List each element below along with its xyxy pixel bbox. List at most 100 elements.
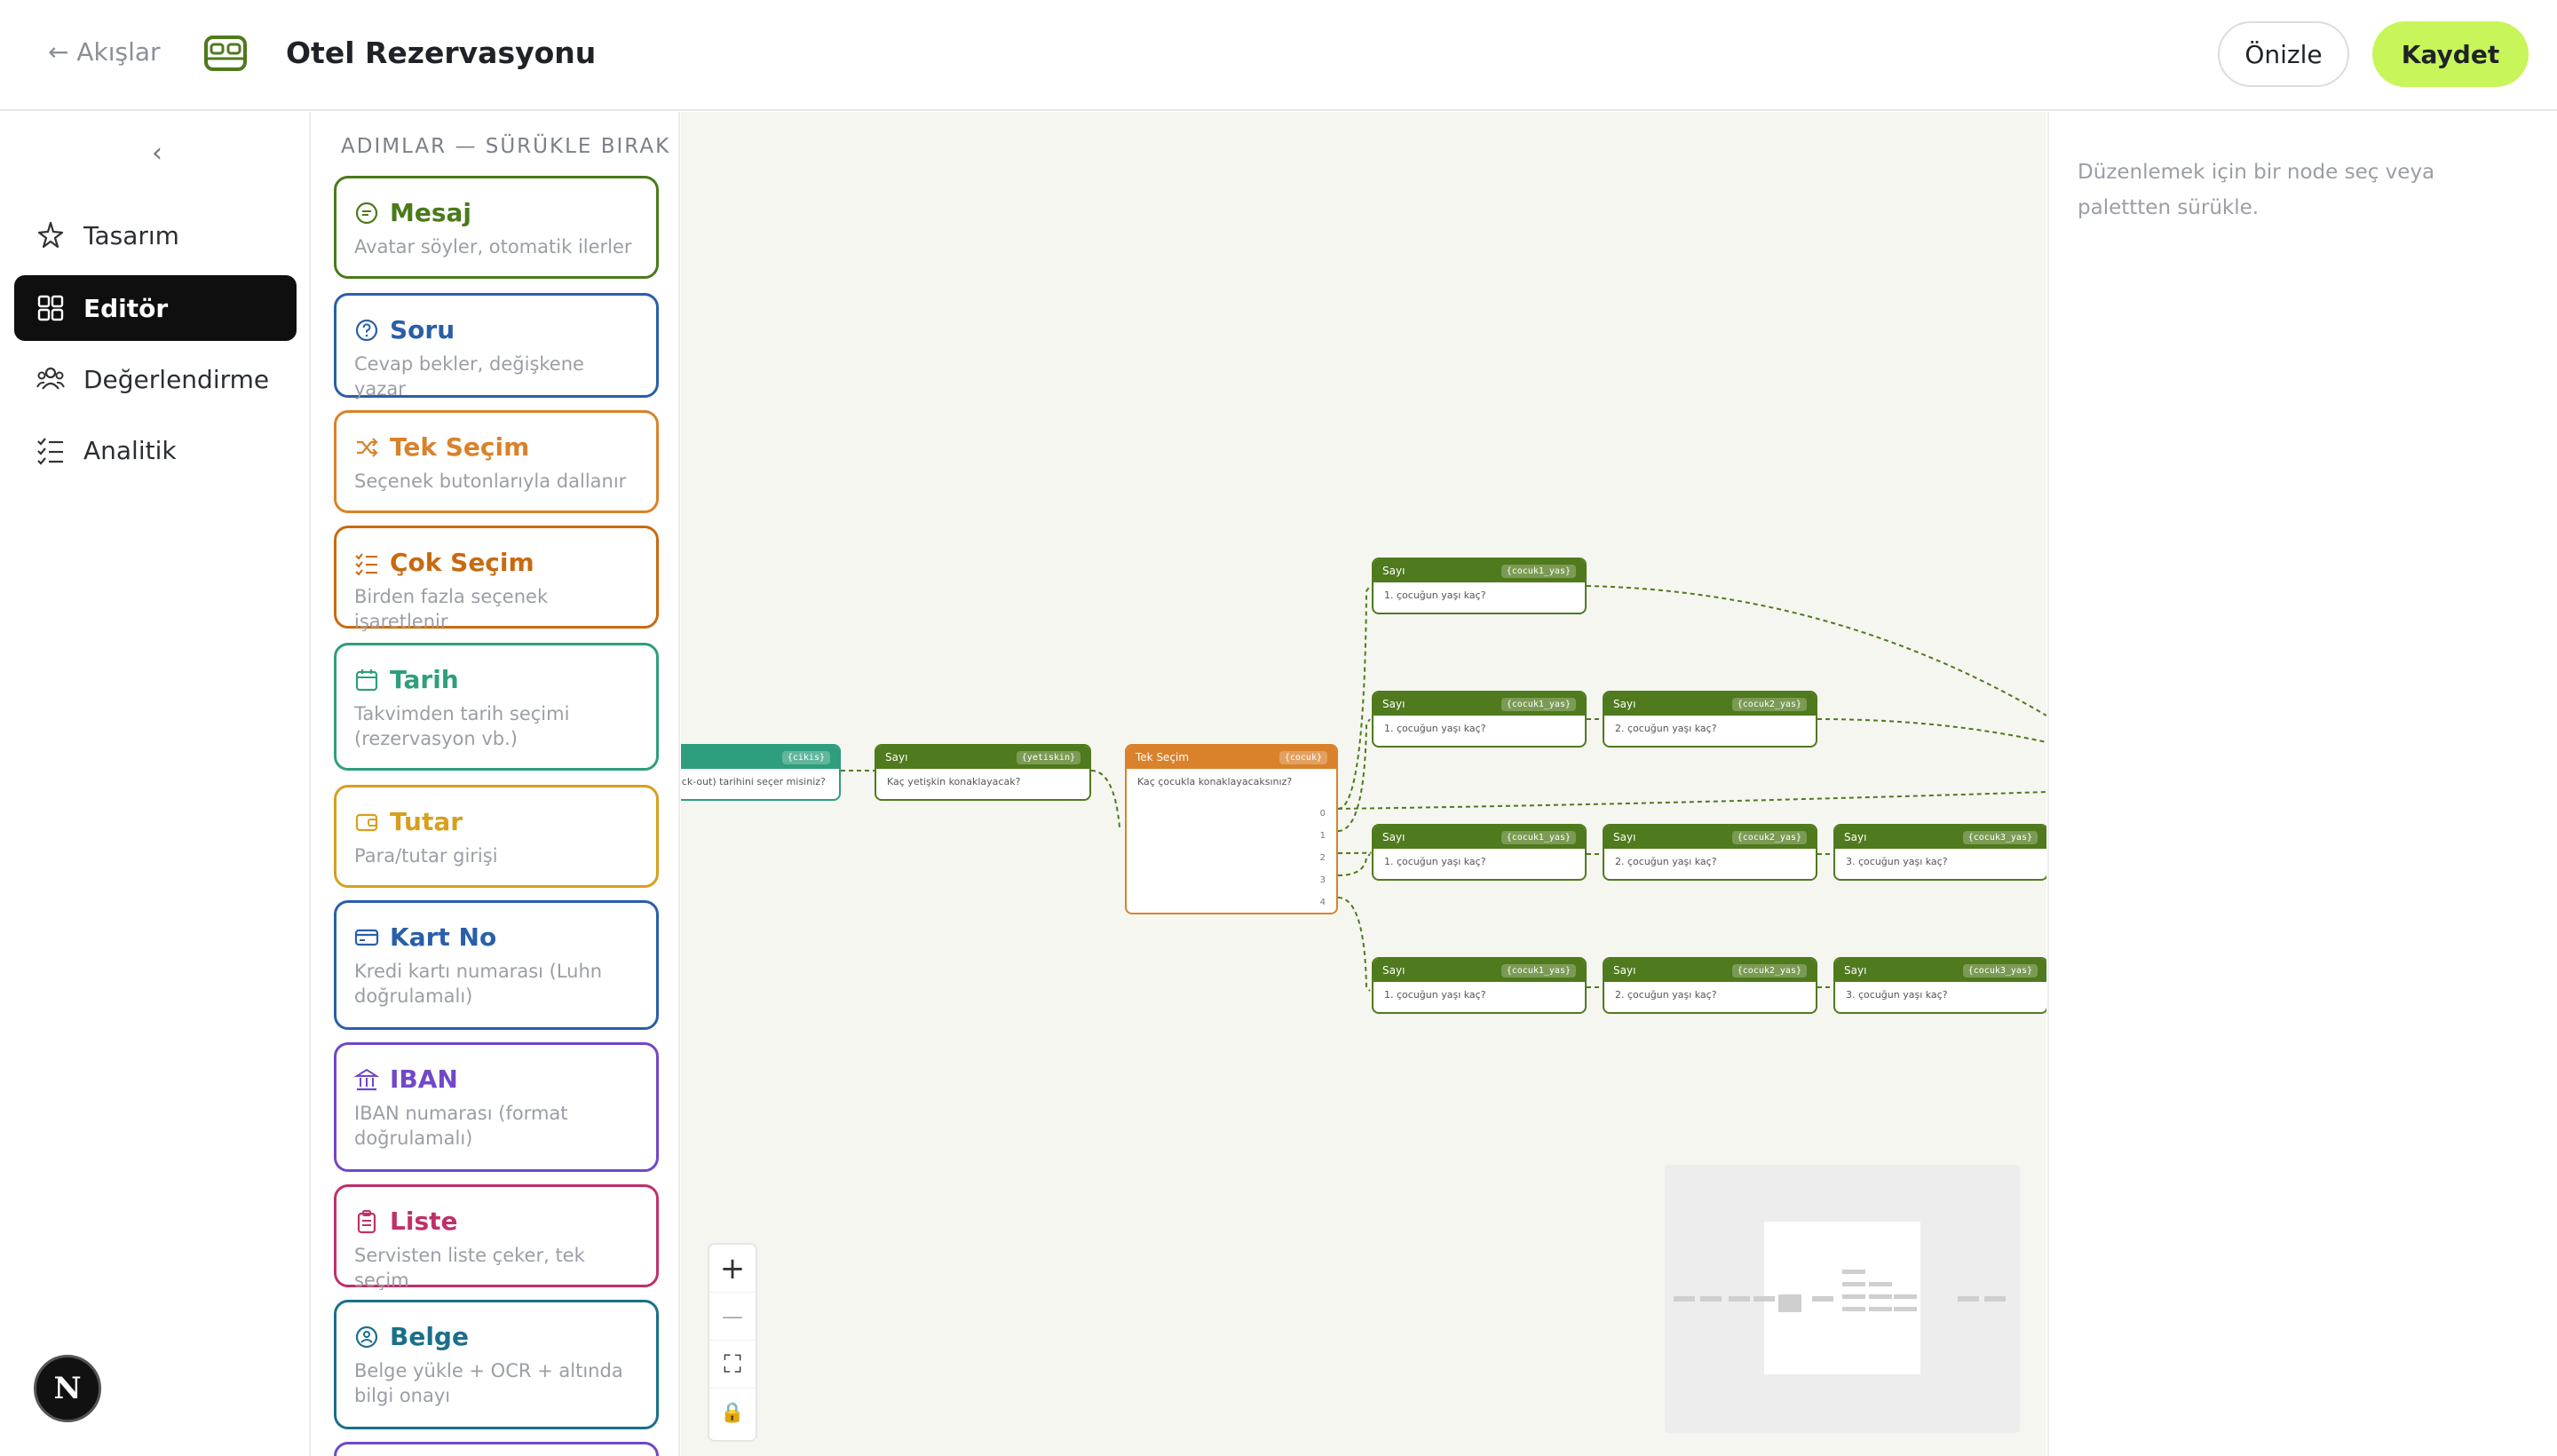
option-1: 1 bbox=[1319, 831, 1326, 841]
list-check-icon bbox=[37, 438, 63, 465]
option-4: 4 bbox=[1319, 898, 1326, 907]
node-type: Sayı bbox=[1382, 831, 1405, 843]
step-desc: Takvimden tarih seçimi (rezervasyon vb.) bbox=[354, 703, 570, 749]
question-icon bbox=[355, 319, 378, 341]
next-badge[interactable]: N bbox=[34, 1355, 101, 1422]
preview-button[interactable]: Önizle bbox=[2218, 21, 2349, 87]
flow-node-age[interactable]: Sayı {cocuk1_yas} 1. çocuğun yaşı kaç? bbox=[1372, 824, 1587, 881]
users-icon bbox=[36, 367, 65, 390]
flow-node-age[interactable]: Sayı {cocuk1_yas} 1. çocuğun yaşı kaç? bbox=[1372, 691, 1587, 748]
option-3: 3 bbox=[1319, 875, 1326, 885]
calendar-icon bbox=[355, 669, 378, 691]
sidebar-item-degerlendirme[interactable]: Değerlendirme bbox=[14, 346, 297, 412]
palette-step-soru[interactable]: Soru Cevap bekler, değişkene yazar bbox=[334, 293, 659, 400]
sidebar-item-editor[interactable]: Editör bbox=[14, 275, 297, 341]
palette-step-liste[interactable]: Liste Servisten liste çeker, tek seçim bbox=[334, 1184, 659, 1291]
node-text: 1. çocuğun yaşı kaç? bbox=[1384, 723, 1486, 734]
palette-step-iban[interactable]: IBAN IBAN numarası (format doğrulamalı) bbox=[334, 1042, 659, 1172]
palette-step-partial[interactable] bbox=[334, 1442, 659, 1456]
sidebar-item-label: Editör bbox=[83, 293, 169, 323]
flow-node-adult[interactable]: Sayı {yetiskin} Kaç yetişkin konaklayacak… bbox=[875, 744, 1091, 801]
flow-node-age[interactable]: Sayı {cocuk1_yas} 1. çocuğun yaşı kaç? bbox=[1372, 957, 1587, 1014]
node-variable: {cocuk3_yas} bbox=[1962, 830, 2038, 844]
step-desc: IBAN numarası (format doğrulamalı) bbox=[354, 1103, 568, 1149]
step-desc: Avatar söyler, otomatik ilerler bbox=[354, 236, 632, 257]
collapse-chevron-icon[interactable]: ‹ bbox=[144, 140, 170, 167]
node-text: 3. çocuğun yaşı kaç? bbox=[1846, 856, 1948, 867]
node-text: 1. çocuğun yaşı kaç? bbox=[1384, 856, 1486, 867]
zoom-out-button[interactable]: — bbox=[709, 1293, 756, 1341]
step-name: Tarih bbox=[390, 665, 459, 694]
zoom-in-button[interactable]: + bbox=[709, 1245, 756, 1293]
node-type: Sayı bbox=[1382, 964, 1405, 977]
sidebar-item-tasarim[interactable]: Tasarım bbox=[14, 202, 297, 268]
node-type: Sayı bbox=[1613, 831, 1636, 843]
flow-node-age[interactable]: Sayı {cocuk1_yas} 1. çocuğun yaşı kaç? bbox=[1372, 558, 1587, 614]
node-variable: {cocuk1_yas} bbox=[1500, 830, 1576, 844]
node-text: 3. çocuğun yaşı kaç? bbox=[1846, 989, 1948, 1001]
step-name: Tek Seçim bbox=[390, 432, 530, 462]
palette-step-cok-secim[interactable]: Çok Seçim Birden fazla seçenek işaretlen… bbox=[334, 526, 659, 632]
card-icon bbox=[354, 929, 379, 946]
palette-title: ADIMLAR — SÜRÜKLE BIRAK bbox=[341, 135, 671, 158]
wallet-icon bbox=[355, 813, 378, 831]
fit-view-button[interactable]: ⛶ bbox=[709, 1341, 756, 1389]
option-2: 2 bbox=[1319, 853, 1326, 863]
step-desc: Kredi kartı numarası (Luhn doğrulamalı) bbox=[354, 961, 603, 1007]
minimap[interactable] bbox=[1665, 1165, 2020, 1433]
palette-step-tutar[interactable]: Tutar Para/tutar girişi bbox=[334, 785, 659, 888]
flow-node-age[interactable]: Sayı {cocuk3_yas} 3. çocuğun yaşı kaç? bbox=[1833, 957, 2046, 1014]
step-name: Tutar bbox=[390, 807, 463, 836]
palette-step-tarih[interactable]: Tarih Takvimden tarih seçimi (rezervasyo… bbox=[334, 643, 659, 771]
step-desc: Cevap bekler, değişkene yazar bbox=[354, 353, 584, 400]
node-text: 1. çocuğun yaşı kaç? bbox=[1384, 989, 1486, 1001]
node-variable: {cocuk1_yas} bbox=[1500, 697, 1576, 711]
bank-icon bbox=[354, 1068, 379, 1090]
node-text: Kaç yetişkin konaklayacak? bbox=[887, 776, 1021, 787]
flow-node-age[interactable]: Sayı {cocuk2_yas} 2. çocuğun yaşı kaç? bbox=[1603, 824, 1817, 881]
lock-button[interactable]: 🔒 bbox=[709, 1389, 756, 1436]
shuffle-icon bbox=[357, 437, 378, 457]
node-text: eck-out) tarihini seçer misiniz? bbox=[681, 776, 826, 787]
palette-step-belge[interactable]: Belge Belge yükle + OCR + altında bilgi … bbox=[334, 1300, 659, 1429]
node-text: 2. çocuğun yaşı kaç? bbox=[1615, 723, 1717, 734]
node-variable: {cocuk1_yas} bbox=[1500, 963, 1576, 977]
save-button[interactable]: Kaydet bbox=[2372, 21, 2529, 87]
node-type: Sayı bbox=[885, 751, 908, 764]
inspector-panel: Düzenlemek için bir node seç veya palett… bbox=[2047, 112, 2557, 1456]
node-type: Sayı bbox=[1613, 698, 1636, 710]
flow-node-choice[interactable]: Tek Seçim {cocuk} Kaç çocukla konaklayaca… bbox=[1125, 744, 1338, 914]
node-text: 2. çocuğun yaşı kaç? bbox=[1615, 989, 1717, 1001]
step-palette: ADIMLAR — SÜRÜKLE BIRAK Mesaj Avatar söy… bbox=[313, 112, 680, 1456]
sparkle-icon bbox=[37, 221, 64, 249]
sidebar-item-analitik[interactable]: Analitik bbox=[14, 417, 297, 483]
palette-step-mesaj[interactable]: Mesaj Avatar söyler, otomatik ilerler bbox=[334, 176, 659, 279]
step-name: Kart No bbox=[390, 922, 497, 952]
checklist-icon bbox=[355, 552, 377, 575]
sidebar-item-label: Tasarım bbox=[83, 220, 179, 250]
palette-step-kart-no[interactable]: Kart No Kredi kartı numarası (Luhn doğru… bbox=[334, 900, 659, 1030]
palette-step-tek-secim[interactable]: Tek Seçim Seçenek butonlarıyla dallanır bbox=[334, 410, 659, 513]
flow-node-age[interactable]: Sayı {cocuk2_yas} 2. çocuğun yaşı kaç? bbox=[1603, 957, 1817, 1014]
node-variable: {cocuk2_yas} bbox=[1731, 697, 1807, 711]
node-text: Kaç çocukla konaklayacaksınız? bbox=[1137, 776, 1293, 787]
step-desc: Birden fazla seçenek işaretlenir bbox=[354, 586, 549, 632]
top-bar: ← Akışlar Otel Rezervasyonu Önizle Kayde… bbox=[0, 0, 2557, 111]
inspector-placeholder: Düzenlemek için bir node seç veya palett… bbox=[2078, 161, 2435, 219]
clipboard-icon bbox=[357, 1209, 376, 1233]
flow-canvas[interactable]: {cikis} eck-out) tarihini seçer misiniz?… bbox=[681, 112, 2046, 1456]
document-icon bbox=[355, 1325, 378, 1348]
node-variable: {cocuk3_yas} bbox=[1962, 963, 2038, 977]
back-link[interactable]: ← Akışlar bbox=[48, 37, 161, 67]
node-variable: {cocuk1_yas} bbox=[1500, 564, 1576, 578]
sidebar-item-label: Analitik bbox=[83, 435, 177, 465]
step-name: IBAN bbox=[390, 1064, 458, 1094]
flow-node-date[interactable]: {cikis} eck-out) tarihini seçer misiniz? bbox=[681, 744, 841, 801]
node-text: 2. çocuğun yaşı kaç? bbox=[1615, 856, 1717, 867]
sidebar-item-label: Değerlendirme bbox=[83, 364, 270, 394]
flow-node-age[interactable]: Sayı {cocuk2_yas} 2. çocuğun yaşı kaç? bbox=[1603, 691, 1817, 748]
choice-options: 0 1 2 3 4 bbox=[1319, 803, 1326, 913]
flow-node-age[interactable]: Sayı {cocuk3_yas} 3. çocuğun yaşı kaç? bbox=[1833, 824, 2046, 881]
node-type: Sayı bbox=[1613, 964, 1636, 977]
node-type: Sayı bbox=[1382, 565, 1405, 577]
